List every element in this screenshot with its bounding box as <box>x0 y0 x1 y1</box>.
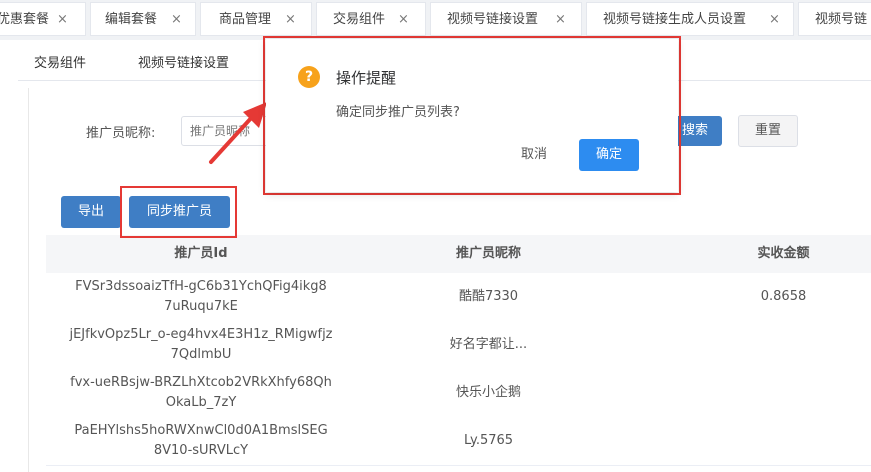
promoter-id-line: PaEHYlshs5hoRWXnwCl0d0A1BmslSEG <box>74 423 328 438</box>
top-tab-video-link-settings[interactable]: 视频号链接设置 × <box>430 2 582 36</box>
sub-tab-video-link-settings[interactable]: 视频号链接设置 <box>138 52 229 71</box>
tab-label: 交易组件 <box>333 12 386 27</box>
promoter-id-line: 8V10-sURVLcY <box>153 443 249 458</box>
dialog-title: 操作提醒 <box>336 69 397 87</box>
sub-tab-trade-component[interactable]: 交易组件 <box>34 52 86 71</box>
question-icon: ? <box>298 66 320 88</box>
tab-label: 视频号链 <box>815 12 868 27</box>
export-button-label: 导出 <box>77 204 104 219</box>
cancel-button-label: 取消 <box>520 147 547 162</box>
amount-cell <box>666 321 871 369</box>
amount-cell: 0.8658 <box>760 289 807 304</box>
table-row: PaEHYlshs5hoRWXnwCl0d0A1BmslSEG 8V10-sUR… <box>46 417 871 466</box>
amount-cell <box>666 417 871 465</box>
promoter-id-cell: PaEHYlshs5hoRWXnwCl0d0A1BmslSEG 8V10-sUR… <box>46 417 356 465</box>
top-tab-edit-package[interactable]: 编辑套餐 × <box>90 2 196 36</box>
close-icon[interactable]: × <box>398 3 409 35</box>
top-tab-trade-component[interactable]: 交易组件 × <box>316 2 426 36</box>
tab-label: 优惠套餐 <box>0 12 50 27</box>
promoter-id-line: OkaLb_7zY <box>165 395 237 410</box>
sync-button-highlight <box>120 186 237 238</box>
promoter-id-cell: FVSr3dssoaizTfH-gC6b31YchQFig4ikg8 7uRuq… <box>46 273 356 321</box>
tab-label: 商品管理 <box>219 12 272 27</box>
promoter-id-cell: jEJfkvOpz5Lr_o-eg4hvx4E3H1z_RMigwfjz 7Qd… <box>46 321 356 369</box>
close-icon[interactable]: × <box>555 3 566 35</box>
tab-label: 视频号链接生成人员设置 <box>603 12 747 27</box>
promoter-nickname-cell: 酷酷7330 <box>458 289 519 304</box>
close-icon[interactable]: × <box>769 3 780 35</box>
promoter-nickname-cell: 快乐小企鹅 <box>455 385 521 400</box>
top-tab-video-link-generator-settings[interactable]: 视频号链接生成人员设置 × <box>586 2 794 36</box>
promoter-id-cell: fvx-ueRBsjw-BRZLhXtcob2VRkXhfy68Qh OkaLb… <box>46 369 356 417</box>
top-tab-product-management[interactable]: 商品管理 × <box>200 2 312 36</box>
confirm-button-label: 确定 <box>595 147 622 162</box>
promoter-id-line: jEJfkvOpz5Lr_o-eg4hvx4E3H1z_RMigwfjz <box>69 327 333 342</box>
column-header-nickname: 推广员昵称 <box>455 246 521 261</box>
promoter-id-line: 7QdlmbU <box>170 347 232 362</box>
promoter-nickname-cell: Ly.5765 <box>463 433 514 448</box>
export-button[interactable]: 导出 <box>61 196 121 228</box>
confirm-sync-dialog: ? 操作提醒 确定同步推广员列表? 取消 确定 <box>266 39 678 192</box>
table-header: 推广员Id 推广员昵称 实收金额 <box>46 235 871 274</box>
nickname-search-label: 推广员昵称: <box>86 126 156 141</box>
column-header-id: 推广员Id <box>174 246 228 261</box>
cancel-button[interactable]: 取消 <box>504 140 564 170</box>
amount-cell <box>666 369 871 417</box>
top-tab-coupon-package[interactable]: 优惠套餐 × <box>0 2 86 36</box>
reset-button-label: 重置 <box>754 123 781 138</box>
promoter-nickname-cell: 好名字都让... <box>449 337 528 352</box>
table-row: jEJfkvOpz5Lr_o-eg4hvx4E3H1z_RMigwfjz 7Qd… <box>46 321 871 370</box>
table-row: FVSr3dssoaizTfH-gC6b31YchQFig4ikg8 7uRuq… <box>46 273 871 322</box>
tab-label: 编辑套餐 <box>105 12 158 27</box>
column-header-amount: 实收金额 <box>757 246 810 261</box>
top-tab-bar: 优惠套餐 × 编辑套餐 × 商品管理 × 交易组件 × 视频号链接设置 × 视频… <box>0 0 871 40</box>
confirm-button[interactable]: 确定 <box>579 139 639 171</box>
promoter-id-line: 7uRuqu7kE <box>164 299 238 314</box>
table-row: fvx-ueRBsjw-BRZLhXtcob2VRkXhfy68Qh OkaLb… <box>46 369 871 418</box>
close-icon[interactable]: × <box>57 3 68 35</box>
top-tab-video-link-truncated[interactable]: 视频号链 <box>798 2 871 36</box>
close-icon[interactable]: × <box>171 3 182 35</box>
reset-button[interactable]: 重置 <box>738 115 798 147</box>
search-button-label: 搜索 <box>681 123 708 138</box>
tab-label: 视频号链接设置 <box>447 12 539 27</box>
promoter-id-line: FVSr3dssoaizTfH-gC6b31YchQFig4ikg8 <box>75 279 327 294</box>
close-icon[interactable]: × <box>285 3 296 35</box>
dialog-message: 确定同步推广员列表? <box>336 105 460 120</box>
promoter-id-line: fvx-ueRBsjw-BRZLhXtcob2VRkXhfy68Qh <box>70 375 332 390</box>
